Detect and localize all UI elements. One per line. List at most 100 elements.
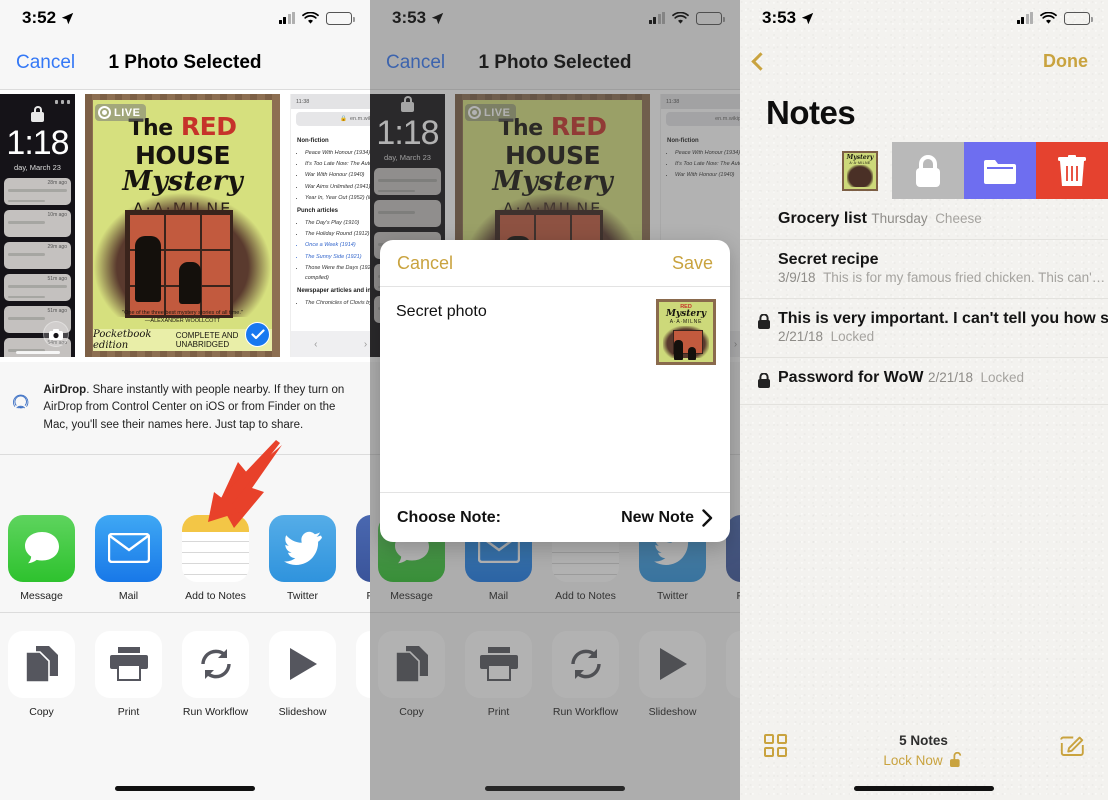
thumb-author: A·A·MILNE xyxy=(669,319,703,325)
panel-share-sheet: 3:52 Cancel 1 Photo Selected 1:18 day, M… xyxy=(0,0,370,800)
choose-note-row[interactable]: Choose Note: New Note xyxy=(380,492,730,542)
notes-icon xyxy=(182,514,249,582)
status-time: 3:52 xyxy=(22,8,57,27)
home-indicator xyxy=(854,786,994,791)
cover-quote: "One of the three best mystery stories o… xyxy=(122,309,243,316)
airdrop-description: . Share instantly with people nearby. If… xyxy=(43,384,345,431)
home-indicator xyxy=(15,351,60,354)
wiki-list-item: Those Were the Days (1929) (... volumes … xyxy=(305,263,370,283)
note-title: This is very important. I can't tell you… xyxy=(778,310,1108,327)
grid-view-icon[interactable] xyxy=(764,734,787,757)
note-compose-area[interactable]: Secret photo RED Mystery A·A·MILNE xyxy=(380,287,730,492)
mail-icon xyxy=(95,514,162,582)
note-date: 3/9/18 xyxy=(778,270,816,285)
save-to-notes-dialog: Cancel Save Secret photo RED Mystery A·A… xyxy=(380,240,730,542)
wifi-icon xyxy=(302,11,319,24)
swiped-note-row: Mystery A·A·MILNE xyxy=(740,142,1108,199)
page-title: Notes xyxy=(766,94,856,131)
notification-card: 51m ago xyxy=(4,274,71,301)
action-copy[interactable]: Copy xyxy=(8,630,75,718)
notification-time: 51m ago xyxy=(47,276,67,282)
workflow-refresh-icon xyxy=(182,630,249,698)
wiki-time: 11:38 xyxy=(296,98,310,105)
swipe-action-lock[interactable] xyxy=(892,142,964,199)
lockscreen-photo[interactable]: 1:18 day, March 23 28m ago 10m ago 29m a… xyxy=(0,94,75,357)
dialog-header: Cancel Save xyxy=(380,240,730,287)
lock-now-button[interactable]: Lock Now xyxy=(883,753,942,768)
note-list-item[interactable]: Password for WoW 2/21/18 Locked xyxy=(740,358,1108,405)
wiki-list-item: The Day's Play (1910) xyxy=(305,218,370,228)
checkmark-icon[interactable] xyxy=(245,322,270,347)
chevron-right-icon xyxy=(702,508,713,527)
airdrop-icon xyxy=(13,394,29,409)
facebook-icon xyxy=(356,514,370,582)
compose-icon[interactable] xyxy=(1060,734,1084,758)
done-button[interactable]: Done xyxy=(1043,51,1088,72)
thumb-title-script: Mystery xyxy=(665,309,707,319)
share-target-label: Add to Notes xyxy=(185,589,246,602)
wifi-icon xyxy=(1040,11,1057,24)
action-label: Run Workflow xyxy=(182,705,249,718)
wiki-list-item: The Sunny Side (1921) xyxy=(305,252,370,262)
cover-quote-attribution: —ALEXANDER WOOLLCOTT xyxy=(144,317,221,324)
book-cover-photo[interactable]: The RED HOUSE Mystery A·A·MILNE "One of … xyxy=(85,94,280,357)
battery-icon xyxy=(1064,11,1093,25)
share-action-row: Copy Print Run Workflow Slideshow xyxy=(0,611,370,728)
action-slideshow[interactable]: Slideshow xyxy=(269,630,336,718)
location-arrow-icon xyxy=(61,12,74,24)
note-thumbnail: Mystery A·A·MILNE xyxy=(740,142,892,199)
share-target-add-to-notes[interactable]: Add to Notes xyxy=(182,514,249,602)
share-target-message[interactable]: Message xyxy=(8,514,75,602)
wiki-list-item: The Holiday Round (1912) xyxy=(305,229,370,239)
swipe-action-move-to-folder[interactable] xyxy=(964,142,1036,199)
notes-count: 5 Notes xyxy=(899,733,948,748)
navigation-bar: Cancel 1 Photo Selected xyxy=(0,36,370,90)
chevron-left-icon[interactable] xyxy=(751,51,770,71)
note-preview: Cheese xyxy=(935,211,982,226)
share-target-facebook[interactable]: Facebook xyxy=(356,514,370,602)
note-list-item[interactable]: Secret recipe 3/9/18 This is for my famo… xyxy=(740,240,1108,299)
lock-icon xyxy=(758,369,771,393)
note-preview: This is for my famous fried chicken. Thi… xyxy=(823,270,1106,285)
action-label: Slideshow xyxy=(278,705,327,718)
note-title: Secret recipe xyxy=(778,251,879,268)
swipe-action-delete[interactable] xyxy=(1036,142,1108,199)
unlocked-padlock-icon xyxy=(949,752,961,767)
copy-icon xyxy=(8,630,75,698)
wiki-list-item: The Chronicles of Clovis by... [Introduc… xyxy=(305,298,370,308)
cover-strip-italic: Pocketbook edition xyxy=(93,329,152,351)
note-list-item[interactable]: Grocery list Thursday Cheese xyxy=(740,199,1108,240)
lockscreen-date: day, March 23 xyxy=(14,163,61,172)
play-icon xyxy=(269,630,336,698)
cancel-button[interactable]: Cancel xyxy=(16,52,75,74)
cellular-signal-icon xyxy=(278,11,295,24)
dialog-save-button[interactable]: Save xyxy=(672,253,713,274)
wiki-list-item: Once a Week (1914) xyxy=(305,240,370,250)
action-label: AirPlay xyxy=(356,706,370,718)
share-target-mail[interactable]: Mail xyxy=(95,514,162,602)
wiki-list-item: Peace With Honour (1934) xyxy=(305,148,370,158)
share-target-label: Facebook xyxy=(366,589,370,602)
share-target-label: Mail xyxy=(118,589,139,602)
trash-icon xyxy=(1058,154,1086,186)
notification-time: 10m ago xyxy=(47,212,67,218)
book-cover-thumbnail: RED Mystery A·A·MILNE xyxy=(656,299,716,365)
status-time: 3:53 xyxy=(762,8,797,27)
dialog-cancel-button[interactable]: Cancel xyxy=(397,253,453,274)
action-run-workflow[interactable]: Run Workflow xyxy=(182,630,249,718)
note-preview: Locked xyxy=(980,370,1025,385)
wikipedia-photo[interactable]: 11:38⌃ 🔒en.m.wikipedia.org Non-fiction P… xyxy=(290,94,370,357)
live-badge-label: LIVE xyxy=(114,106,141,119)
wiki-list-item: It's Too Late Now: The Auto... Writer (1… xyxy=(305,159,370,169)
wiki-heading: Non-fiction xyxy=(297,138,329,144)
wiki-heading: Newspaper articles and introductions xyxy=(297,288,370,295)
status-bar: 3:53 xyxy=(740,0,1108,36)
note-list-item[interactable]: This is very important. I can't tell you… xyxy=(740,299,1108,358)
wiki-list-item: Year In, Year Out (1952) (illu... Shepar… xyxy=(305,193,370,203)
note-preview: Locked xyxy=(830,329,875,344)
action-airplay[interactable]: AirPlay xyxy=(356,630,370,718)
action-print[interactable]: Print xyxy=(95,630,162,718)
live-photo-icon: LIVE xyxy=(95,104,147,121)
action-label: Copy xyxy=(29,705,54,718)
share-target-twitter[interactable]: Twitter xyxy=(269,514,336,602)
